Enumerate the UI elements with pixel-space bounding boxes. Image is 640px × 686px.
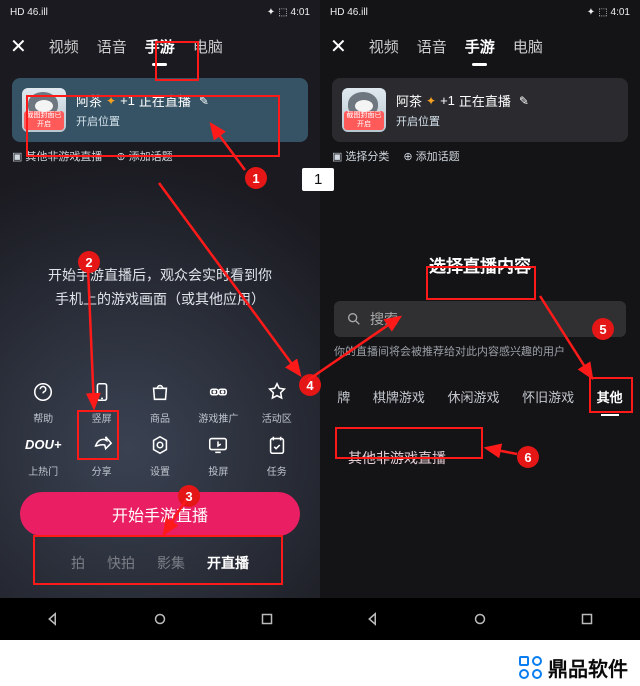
location-sub[interactable]: 开启位置 [76,113,298,129]
system-navbar [320,598,640,640]
system-navbar [0,598,320,640]
portrait-button[interactable]: 竖屏 [77,378,127,425]
search-hint: 你的直播间将会被推荐给对此内容感兴趣的用户 [334,343,626,359]
tab-voice[interactable]: 语音 [97,32,127,61]
tab-game[interactable]: 手游 [465,32,495,61]
close-icon[interactable]: ✕ [10,34,27,59]
cat-casual[interactable]: 休闲游戏 [445,383,501,410]
zone-button[interactable]: 活动区 [252,378,302,425]
mode-shoot[interactable]: 拍 [71,553,85,573]
live-info-card[interactable]: 截图封面已开启 阿茶✦+1正在直播 ✎ 开启位置 [332,78,628,142]
top-tabs: ✕ 视频 语音 手游 电脑 [320,24,640,68]
topic-chip[interactable]: ⊕ 添加话题 [116,148,172,164]
dou-button[interactable]: DOU+上热门 [18,431,68,478]
share-button[interactable]: 分享 [77,431,127,478]
tab-game[interactable]: 手游 [145,32,175,61]
nav-back-icon[interactable] [364,610,382,628]
goods-button[interactable]: 商品 [135,378,185,425]
category-chip[interactable]: ▣ 选择分类 [332,148,389,164]
meta-row: ▣ 选择分类 ⊕ 添加话题 [332,148,628,164]
live-info-card[interactable]: 截图封面已开启 阿茶✦+1正在直播 ✎ 开启位置 [12,78,308,142]
bottom-mode-tabs: 拍 快拍 影集 开直播 [0,546,320,580]
meta-row: ▣ 其他非游戏直播 ⊕ 添加话题 [12,148,308,164]
nav-back-icon[interactable] [44,610,62,628]
icon-row-2: DOU+上热门 分享 设置 投屏 任务 [0,425,320,478]
tab-pc[interactable]: 电脑 [193,32,223,61]
nav-home-icon[interactable] [471,610,489,628]
brand-watermark: 鼎品软件 [519,653,628,682]
cat-item[interactable]: 牌 [335,383,352,410]
cat-other[interactable]: 其他 [595,383,625,410]
tab-video[interactable]: 视频 [369,32,399,61]
status-bar: HD 46.ill ✦ ⬚ 4:01 [320,0,640,24]
live-title: 阿茶✦+1正在直播 ✎ [76,91,298,110]
tab-pc[interactable]: 电脑 [513,32,543,61]
close-icon[interactable]: ✕ [330,34,347,59]
brand-logo-icon [519,656,542,679]
help-button[interactable]: 帮助 [18,378,68,425]
brand-text: 鼎品软件 [548,653,628,682]
task-button[interactable]: 任务 [252,431,302,478]
nav-recent-icon[interactable] [578,610,596,628]
live-title: 阿茶✦+1正在直播 ✎ [396,91,618,110]
result-row[interactable]: 其他非游戏直播 [334,438,626,478]
category-row: 牌 棋牌游戏 休闲游戏 怀旧游戏 其他 [320,383,640,410]
nav-recent-icon[interactable] [258,610,276,628]
step-label: 1 [302,168,334,191]
mode-quick[interactable]: 快拍 [107,553,135,573]
category-chip[interactable]: ▣ 其他非游戏直播 [12,148,102,164]
settings-button[interactable]: 设置 [135,431,185,478]
icon-row-1: 帮助 竖屏 商品 游戏推广 活动区 [0,372,320,425]
cat-board[interactable]: 棋牌游戏 [371,383,427,410]
nav-home-icon[interactable] [151,610,169,628]
status-bar: HD 46.ill ✦ ⬚ 4:01 [0,0,320,24]
mode-album[interactable]: 影集 [157,553,185,573]
avatar: 截图封面已开启 [22,88,66,132]
avatar: 截图封面已开启 [342,88,386,132]
edit-icon[interactable]: ✎ [519,94,529,108]
search-input[interactable]: 搜索 [334,301,626,337]
location-sub[interactable]: 开启位置 [396,113,618,129]
phone-left: HD 46.ill ✦ ⬚ 4:01 ✕ 视频 语音 手游 电脑 截图封面已开启… [0,0,320,640]
promo-button[interactable]: 游戏推广 [193,378,243,425]
topic-chip[interactable]: ⊕ 添加话题 [403,148,459,164]
tab-voice[interactable]: 语音 [417,32,447,61]
cast-button[interactable]: 投屏 [193,431,243,478]
search-icon [346,311,362,327]
top-tabs: ✕ 视频 语音 手游 电脑 [0,24,320,68]
start-live-button[interactable]: 开始手游直播 [20,492,300,536]
edit-icon[interactable]: ✎ [199,94,209,108]
sheet-title: 选择直播内容 [320,252,640,277]
mode-live[interactable]: 开直播 [207,553,249,573]
cat-retro[interactable]: 怀旧游戏 [520,383,576,410]
tab-video[interactable]: 视频 [49,32,79,61]
hint-text: 开始手游直播后，观众会实时看到你手机上的游戏画面（或其他应用） [0,264,320,312]
phone-right: HD 46.ill ✦ ⬚ 4:01 ✕ 视频 语音 手游 电脑 截图封面已开启… [320,0,640,640]
